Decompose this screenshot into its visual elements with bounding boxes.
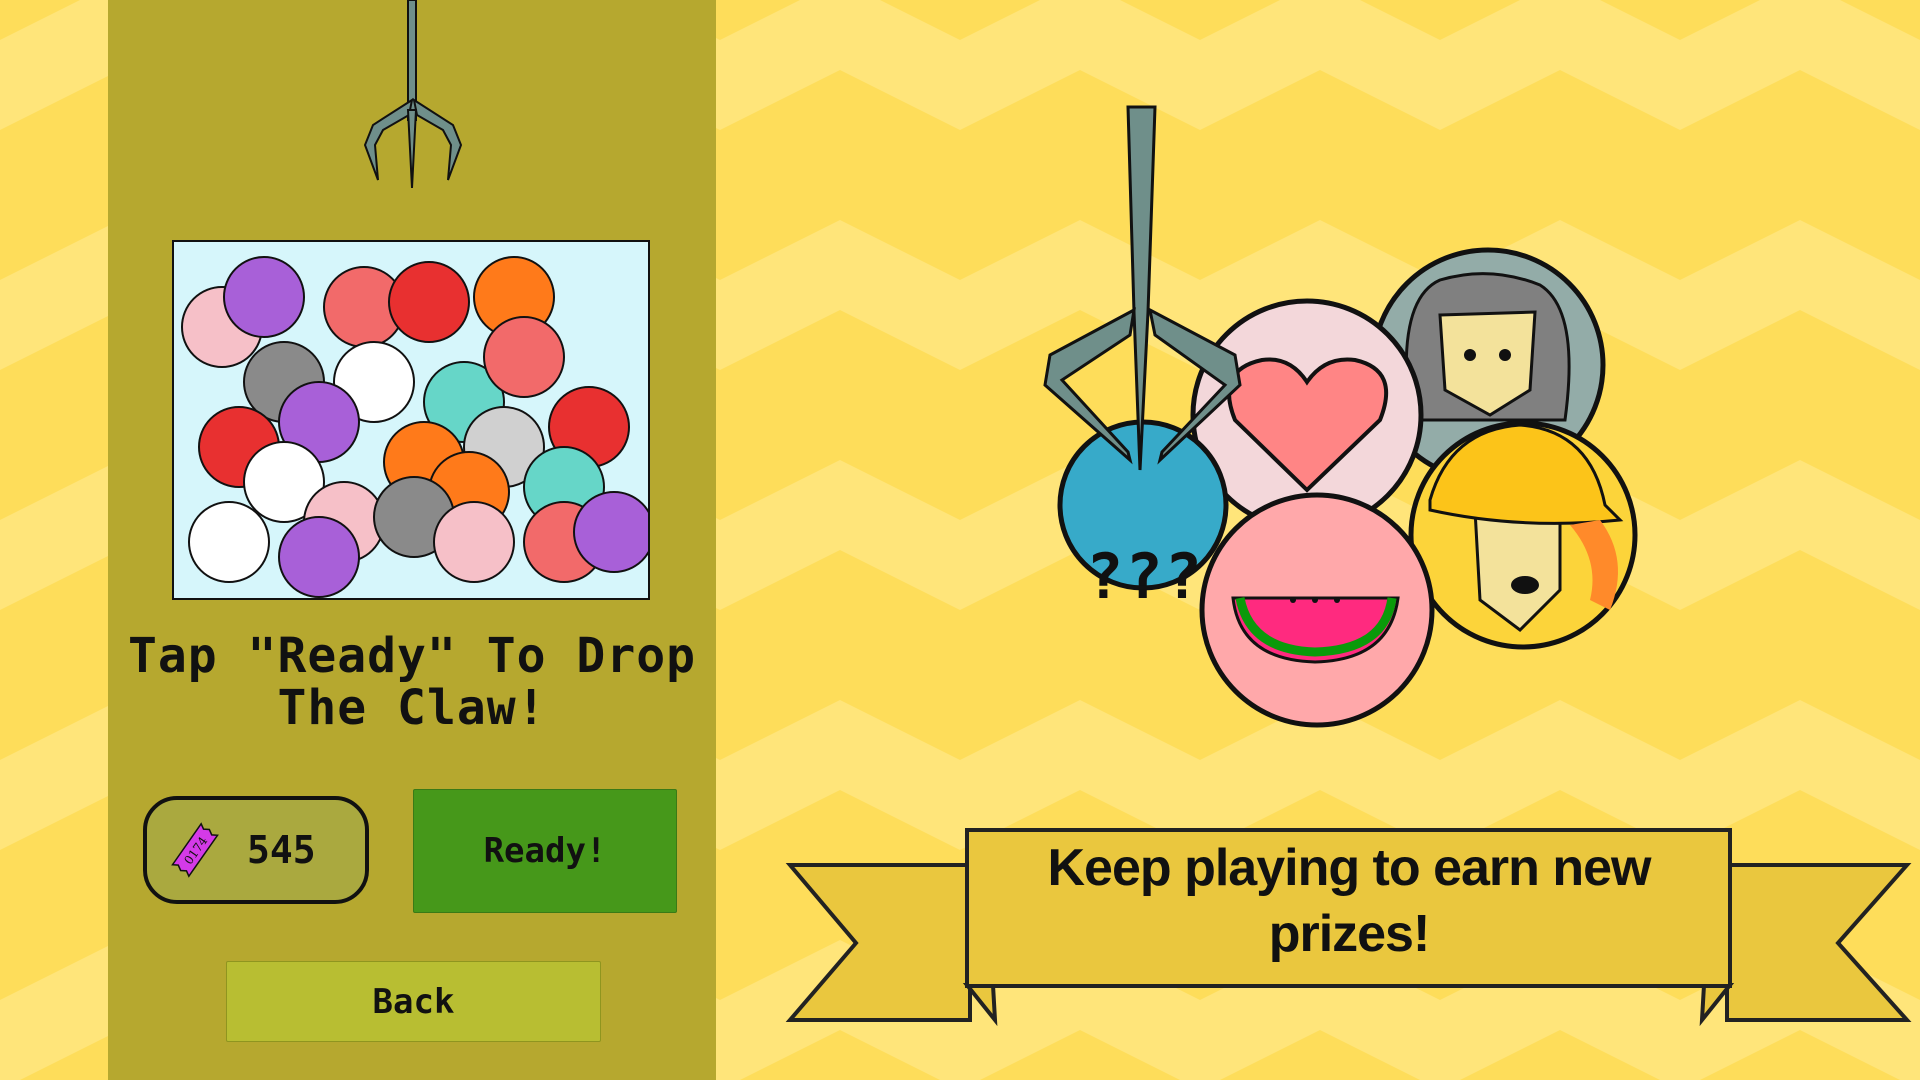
hardhat-prize-ball — [1408, 420, 1638, 650]
watermelon-prize-ball — [1199, 492, 1435, 728]
mystery-label: ??? — [1086, 540, 1204, 613]
banner-text: Keep playing to earn new prizes! — [1047, 839, 1651, 963]
